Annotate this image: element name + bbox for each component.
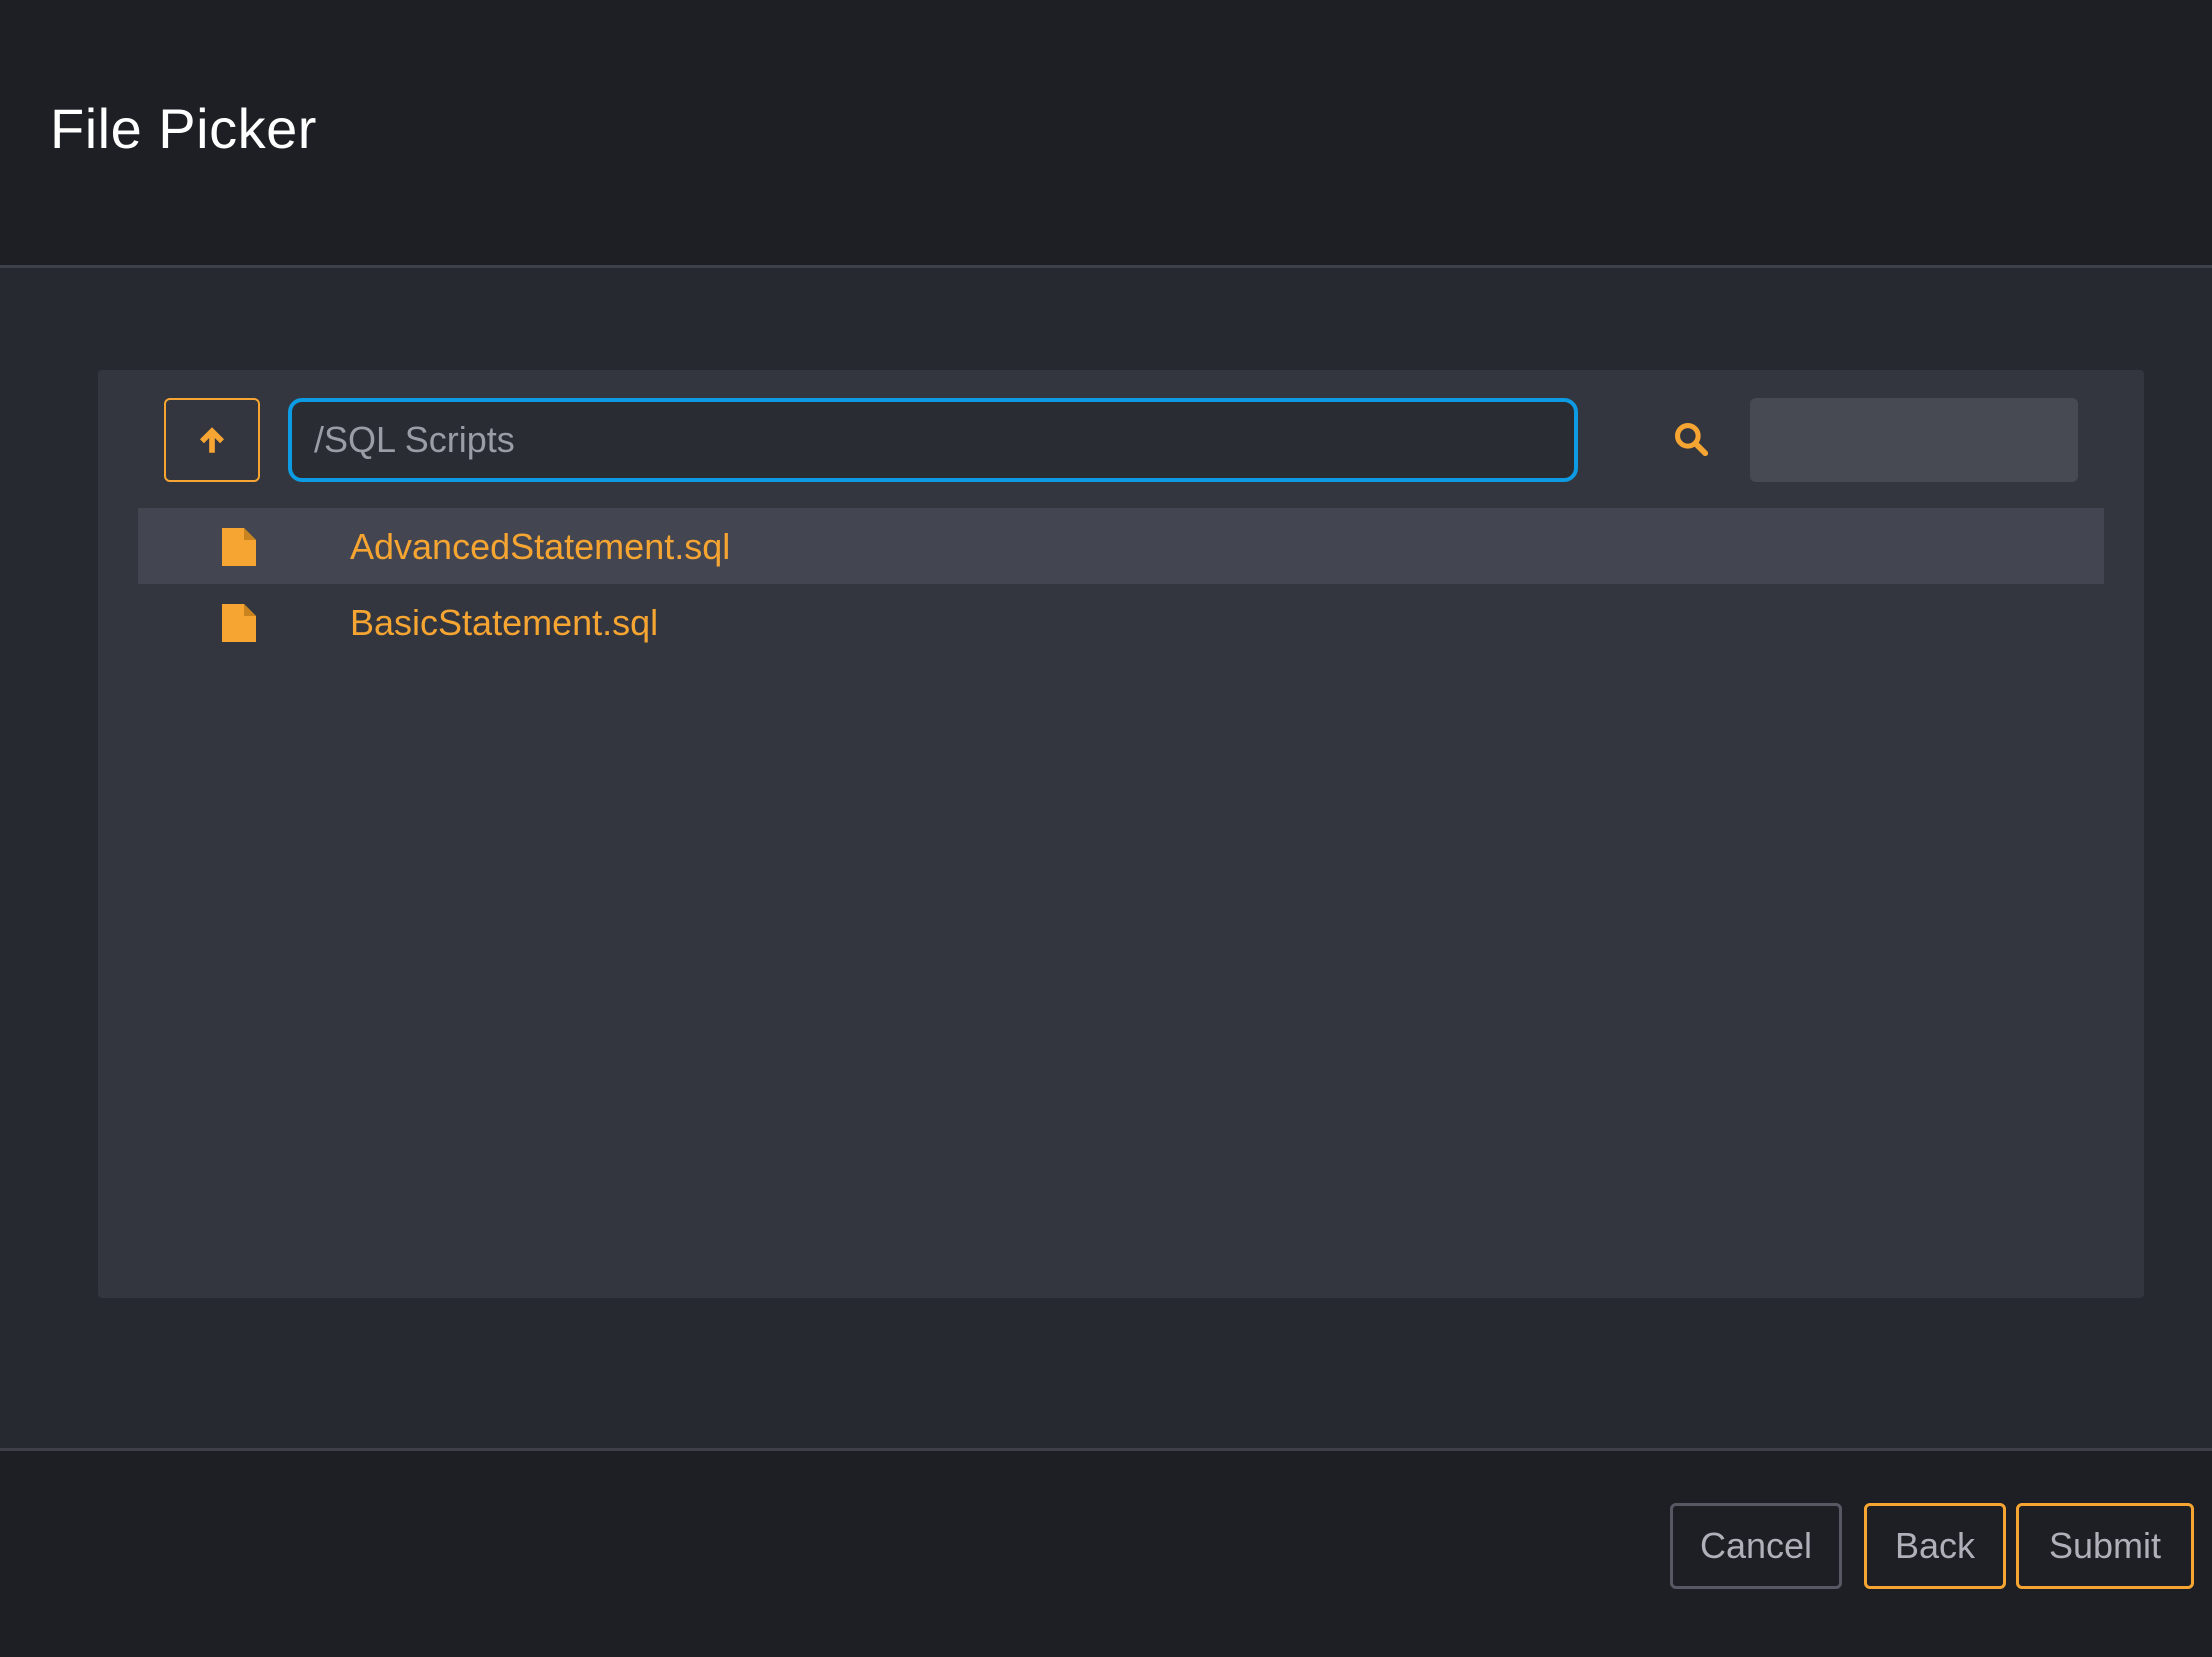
arrow-up-icon <box>199 427 225 453</box>
search-button[interactable] <box>1670 418 1712 460</box>
path-input-wrapper <box>288 398 1578 482</box>
up-directory-button[interactable] <box>164 398 260 482</box>
dialog-header: File Picker <box>0 0 2212 268</box>
cancel-button[interactable]: Cancel <box>1670 1503 1842 1589</box>
search-icon <box>1675 423 1709 457</box>
file-icon <box>222 604 256 642</box>
path-input[interactable] <box>288 398 1578 482</box>
file-name: BasicStatement.sql <box>350 602 659 643</box>
file-list: AdvancedStatement.sql BasicStatement.sql <box>138 508 2104 660</box>
file-name: AdvancedStatement.sql <box>350 526 731 567</box>
file-row-advancedstatement[interactable]: AdvancedStatement.sql <box>138 508 2104 584</box>
file-icon <box>222 528 256 566</box>
back-button[interactable]: Back <box>1864 1503 2006 1589</box>
file-picker-dialog: File Picker /SQL Scripts AdvancedStateme… <box>0 0 2212 1657</box>
search-input[interactable] <box>1750 398 2078 482</box>
dialog-body: AdvancedStatement.sql BasicStatement.sql <box>0 268 2212 1448</box>
dialog-title: File Picker <box>50 97 317 160</box>
file-row-basicstatement[interactable]: BasicStatement.sql <box>138 584 2104 660</box>
file-browser-panel: AdvancedStatement.sql BasicStatement.sql <box>98 370 2144 1298</box>
dialog-footer: Cancel Back Submit <box>0 1448 2212 1657</box>
submit-button[interactable]: Submit <box>2016 1503 2194 1589</box>
